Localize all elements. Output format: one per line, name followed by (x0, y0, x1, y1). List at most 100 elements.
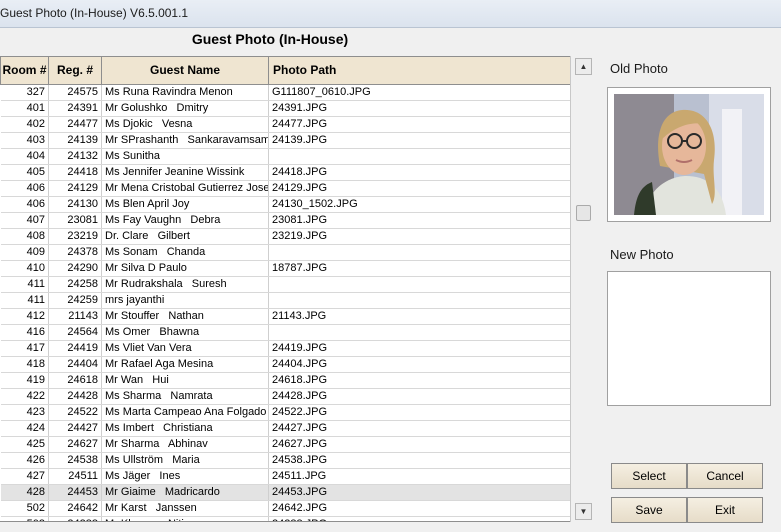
room-cell: 416 (0, 324, 49, 341)
room-cell: 425 (0, 436, 49, 453)
table-row[interactable]: 425 24627 Mr Sharma Abhinav 24627.JPG (0, 436, 570, 453)
reg-cell: 24129 (48, 180, 102, 197)
room-cell: 327 (0, 84, 49, 101)
table-row[interactable]: 50324288Mr Khanna Nitin24288.JPG (0, 516, 570, 521)
table-row[interactable]: 417 24419 Ms Vliet Van Vera 24419.JPG (0, 340, 570, 357)
table-row[interactable]: 427 24511 Ms Jäger Ines 24511.JPG (0, 468, 570, 485)
table-row[interactable]: 410 24290 Mr Silva D Paulo 18787.JPG (0, 260, 570, 277)
photo-path-cell: 24522.JPG (268, 404, 570, 421)
guest-name-cell: Ms Jäger Ines (101, 468, 269, 485)
reg-cell: 23081 (48, 212, 102, 229)
exit-button[interactable]: Exit (687, 497, 763, 523)
column-header-room[interactable]: Room # (0, 57, 49, 85)
room-cell: 417 (0, 340, 49, 357)
table-row[interactable]: 422 24428 Ms Sharma Namrata 24428.JPG (0, 388, 570, 405)
column-header-reg[interactable]: Reg. # (48, 57, 102, 85)
reg-cell: 24522 (48, 404, 102, 421)
table-row[interactable]: 418 24404 Mr Rafael Aga Mesina 24404.JPG (0, 356, 570, 373)
photo-path-cell: 18787.JPG (268, 260, 570, 277)
table-row[interactable]: 502 24642 Mr Karst Janssen 24642.JPG (0, 500, 570, 517)
scroll-up-icon[interactable]: ▲ (575, 58, 592, 75)
table-row[interactable]: 405 24418 Ms Jennifer Jeanine Wissink 24418… (0, 164, 570, 181)
photo-path-cell: 24427.JPG (268, 420, 570, 437)
room-cell: 406 (0, 196, 49, 213)
cancel-button[interactable]: Cancel (687, 463, 763, 489)
photo-path-cell: 24391.JPG (268, 100, 570, 117)
photo-path-cell: 24288.JPG (268, 516, 570, 521)
reg-cell: 24418 (48, 164, 102, 181)
reg-cell: 24642 (48, 500, 102, 517)
guest-name-cell: Ms Ullström Maria (101, 452, 269, 469)
guest-name-cell: Mr Khanna Nitin (101, 516, 269, 521)
photo-path-cell: 24642.JPG (268, 500, 570, 517)
guest-name-cell: Ms Sunitha (101, 148, 269, 165)
reg-cell: 24378 (48, 244, 102, 261)
table-row[interactable]: 428 24453 Mr Giaime Madricardo 24453.JPG (0, 484, 570, 501)
table-row[interactable]: 424 24427 Ms Imbert Christiana 24427.JPG (0, 420, 570, 437)
reg-cell: 24288 (48, 516, 102, 521)
reg-cell: 24618 (48, 372, 102, 389)
table-row[interactable]: 401 24391 Mr Golushko Dmitry 24391.JPG (0, 100, 570, 117)
room-cell: 404 (0, 148, 49, 165)
reg-cell: 24427 (48, 420, 102, 437)
photo-path-cell: 24477.JPG (268, 116, 570, 133)
photo-path-cell: 24419.JPG (268, 340, 570, 357)
reg-cell: 24139 (48, 132, 102, 149)
table-row[interactable]: 416 24564 Ms Omer Bhawna (0, 324, 570, 341)
table-row[interactable]: 406 24129 Mr Mena Cristobal Gutierrez Jose… (0, 180, 570, 197)
room-cell: 408 (0, 228, 49, 245)
scroll-thumb[interactable] (576, 205, 591, 221)
table-row[interactable]: 408 23219 Dr. Clare Gilbert 23219.JPG (0, 228, 570, 245)
guest-name-cell: Mr Karst Janssen (101, 500, 269, 517)
new-photo-frame (607, 271, 771, 406)
room-cell: 422 (0, 388, 49, 405)
photo-path-cell: G111807_0610.JPG (268, 84, 570, 101)
room-cell: 410 (0, 260, 49, 277)
select-button[interactable]: Select (611, 463, 687, 489)
table-row[interactable]: 407 23081 Ms Fay Vaughn Debra 23081.JPG (0, 212, 570, 229)
guest-table[interactable]: Room # Reg. # Guest Name Photo Path 327 2… (0, 56, 570, 522)
room-cell: 403 (0, 132, 49, 149)
reg-cell: 24511 (48, 468, 102, 485)
reg-cell: 24132 (48, 148, 102, 165)
guest-name-cell: Ms Omer Bhawna (101, 324, 269, 341)
column-header-photo-path[interactable]: Photo Path (268, 57, 570, 85)
room-cell: 418 (0, 356, 49, 373)
room-cell: 405 (0, 164, 49, 181)
photo-path-cell: 24428.JPG (268, 388, 570, 405)
table-row[interactable]: 423 24522 Ms Marta Campeao Ana Folgado 2452… (0, 404, 570, 421)
table-row[interactable]: 406 24130 Ms Blen April Joy 24130_1502.JPG (0, 196, 570, 213)
room-cell: 428 (0, 484, 49, 501)
guest-name-cell: Ms Vliet Van Vera (101, 340, 269, 357)
room-cell: 411 (0, 292, 49, 309)
reg-cell: 24259 (48, 292, 102, 309)
table-row[interactable]: 411 24258 Mr Rudrakshala Suresh (0, 276, 570, 293)
column-header-guest-name[interactable]: Guest Name (101, 57, 269, 85)
room-cell: 401 (0, 100, 49, 117)
table-row[interactable]: 412 21143 Mr Stouffer Nathan 21143.JPG (0, 308, 570, 325)
table-row[interactable]: 402 24477 Ms Djokic Vesna 24477.JPG (0, 116, 570, 133)
table-row[interactable]: 409 24378 Ms Sonam Chanda (0, 244, 570, 261)
room-cell: 424 (0, 420, 49, 437)
table-header-row: Room # Reg. # Guest Name Photo Path (0, 57, 570, 85)
guest-name-cell: Mr Wan Hui (101, 372, 269, 389)
table-scrollbar[interactable]: ▲ ▼ (570, 56, 596, 522)
guest-name-cell: Mr Sharma Abhinav (101, 436, 269, 453)
guest-name-cell: Ms Fay Vaughn Debra (101, 212, 269, 229)
window-title: Guest Photo (In-House) V6.5.001.1 (0, 6, 189, 20)
scroll-down-icon[interactable]: ▼ (575, 503, 592, 520)
old-photo-image (614, 94, 764, 215)
table-row[interactable]: 411 24259 mrs jayanthi (0, 292, 570, 309)
table-row[interactable]: 403 24139 Mr SPrashanth Sankaravamsam 24139… (0, 132, 570, 149)
reg-cell: 24130 (48, 196, 102, 213)
guest-name-cell: Ms Blen April Joy (101, 196, 269, 213)
guest-name-cell: Ms Sharma Namrata (101, 388, 269, 405)
room-cell: 423 (0, 404, 49, 421)
reg-cell: 24404 (48, 356, 102, 373)
table-row[interactable]: 419 24618 Mr Wan Hui 24618.JPG (0, 372, 570, 389)
save-button[interactable]: Save (611, 497, 687, 523)
guest-name-cell: Mr SPrashanth Sankaravamsam (101, 132, 269, 149)
table-row[interactable]: 404 24132 Ms Sunitha (0, 148, 570, 165)
table-row[interactable]: 426 24538 Ms Ullström Maria 24538.JPG (0, 452, 570, 469)
table-row[interactable]: 327 24575 Ms Runa Ravindra Menon G111807_06… (0, 84, 570, 101)
